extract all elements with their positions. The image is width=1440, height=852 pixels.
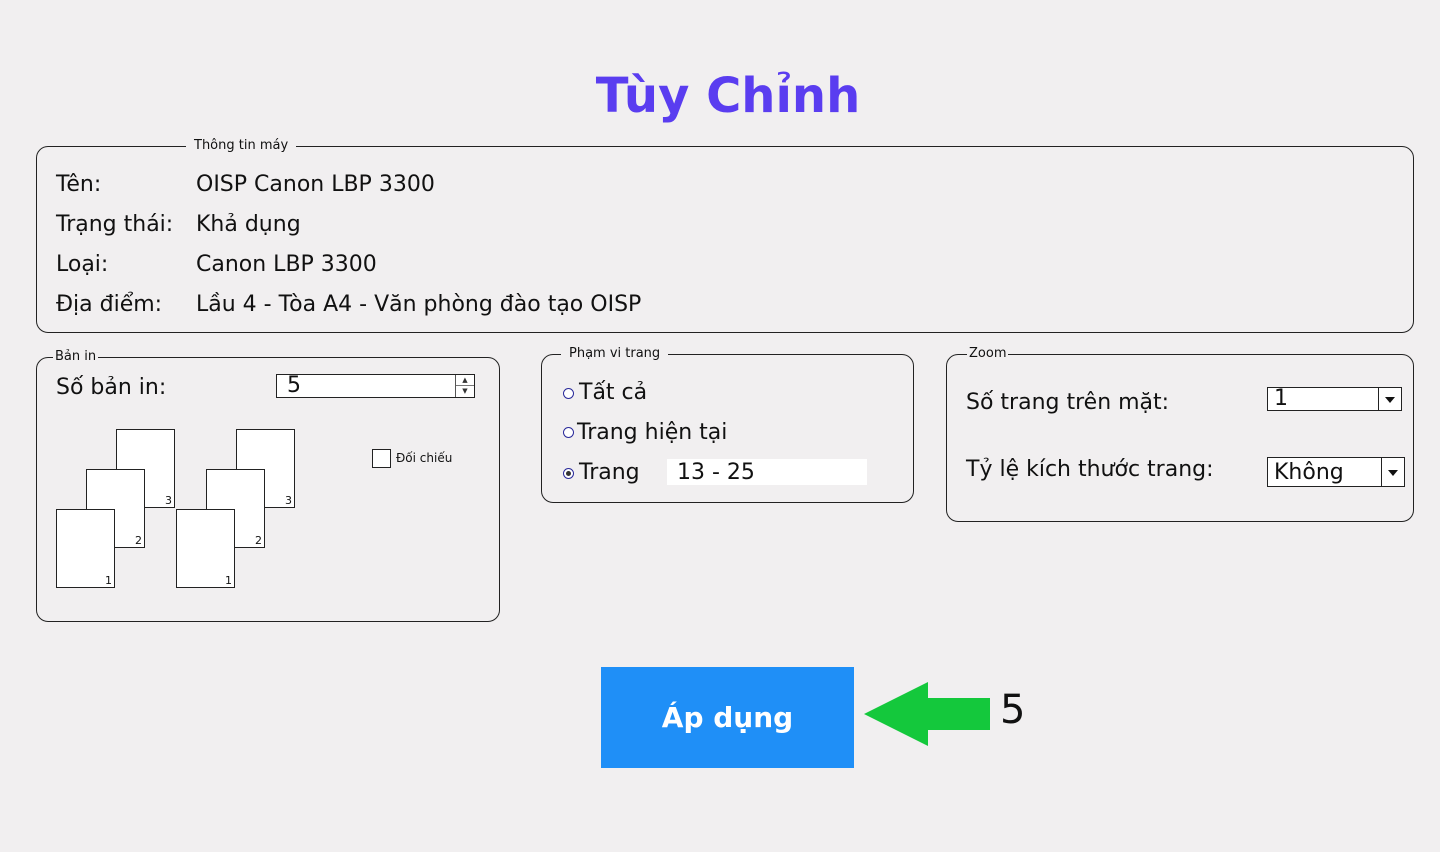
page-number: 1: [225, 574, 232, 587]
info-label: Trạng thái:: [56, 212, 174, 237]
info-label: Loại:: [56, 252, 109, 277]
page-range-panel: Phạm vi trang Tất cả Trang hiện tại Tran…: [541, 345, 914, 503]
radio-all-label: Tất cả: [579, 380, 648, 405]
page-scale-value: Không: [1274, 460, 1344, 485]
page-range-legend: Phạm vi trang: [561, 345, 669, 363]
page-number: 3: [165, 494, 172, 507]
page-range-input[interactable]: 13 - 25: [667, 459, 867, 485]
copies-legend: Bản in: [53, 348, 99, 366]
apply-button[interactable]: Áp dụng: [601, 667, 854, 768]
page-scale-label: Tỷ lệ kích thước trang:: [966, 457, 1214, 482]
copies-panel: Bản in Số bản in: 5 ▲ ▼ 3 2 1 3 2 1 Đối …: [36, 348, 500, 622]
chevron-down-icon[interactable]: [1378, 388, 1401, 410]
spinner-down-icon[interactable]: ▼: [456, 386, 474, 397]
step-number: 5: [1000, 687, 1026, 733]
info-value: OISP Canon LBP 3300: [196, 172, 435, 197]
zoom-panel: Zoom Số trang trên mặt: 1 Tỷ lệ kích thư…: [946, 345, 1414, 522]
spinner-buttons: ▲ ▼: [455, 375, 474, 397]
copies-value: 5: [287, 373, 301, 398]
page-number: 2: [255, 534, 262, 547]
radio-all[interactable]: [563, 388, 574, 399]
radio-current-page[interactable]: [563, 427, 574, 438]
chevron-down-icon[interactable]: [1381, 458, 1404, 486]
info-label: Địa điểm:: [56, 292, 163, 317]
copies-spinner[interactable]: 5 ▲ ▼: [276, 374, 475, 398]
collate-checkbox[interactable]: [372, 449, 391, 468]
machine-info-legend: Thông tin máy: [186, 137, 297, 155]
arrow-shape: [864, 682, 990, 746]
info-value: Lầu 4 - Tòa A4 - Văn phòng đào tạo OISP: [196, 292, 642, 317]
radio-pages[interactable]: [563, 468, 574, 479]
pages-per-sheet-label: Số trang trên mặt:: [966, 390, 1170, 415]
info-label: Tên:: [56, 172, 102, 197]
page-number: 2: [135, 534, 142, 547]
collate-label: Đối chiếu: [396, 451, 453, 465]
green-arrow-icon: [864, 682, 990, 746]
page-title: Tùy Chỉnh: [595, 68, 861, 124]
radio-current-page-label: Trang hiện tại: [577, 420, 728, 445]
zoom-legend: Zoom: [967, 345, 1009, 363]
page-number: 1: [105, 574, 112, 587]
info-value: Khả dụng: [196, 212, 301, 237]
page-preview-sheet: 1: [176, 509, 235, 588]
radio-pages-label: Trang: [579, 460, 640, 485]
page-number: 3: [285, 494, 292, 507]
copies-label: Số bản in:: [56, 375, 167, 400]
page-scale-select[interactable]: Không: [1267, 457, 1405, 487]
page-preview-sheet: 1: [56, 509, 115, 588]
pages-per-sheet-select[interactable]: 1: [1267, 387, 1402, 411]
info-value: Canon LBP 3300: [196, 252, 377, 277]
pages-per-sheet-value: 1: [1274, 386, 1288, 411]
spinner-up-icon[interactable]: ▲: [456, 375, 474, 386]
machine-info-panel: Thông tin máy Tên: OISP Canon LBP 3300 T…: [36, 137, 1414, 333]
